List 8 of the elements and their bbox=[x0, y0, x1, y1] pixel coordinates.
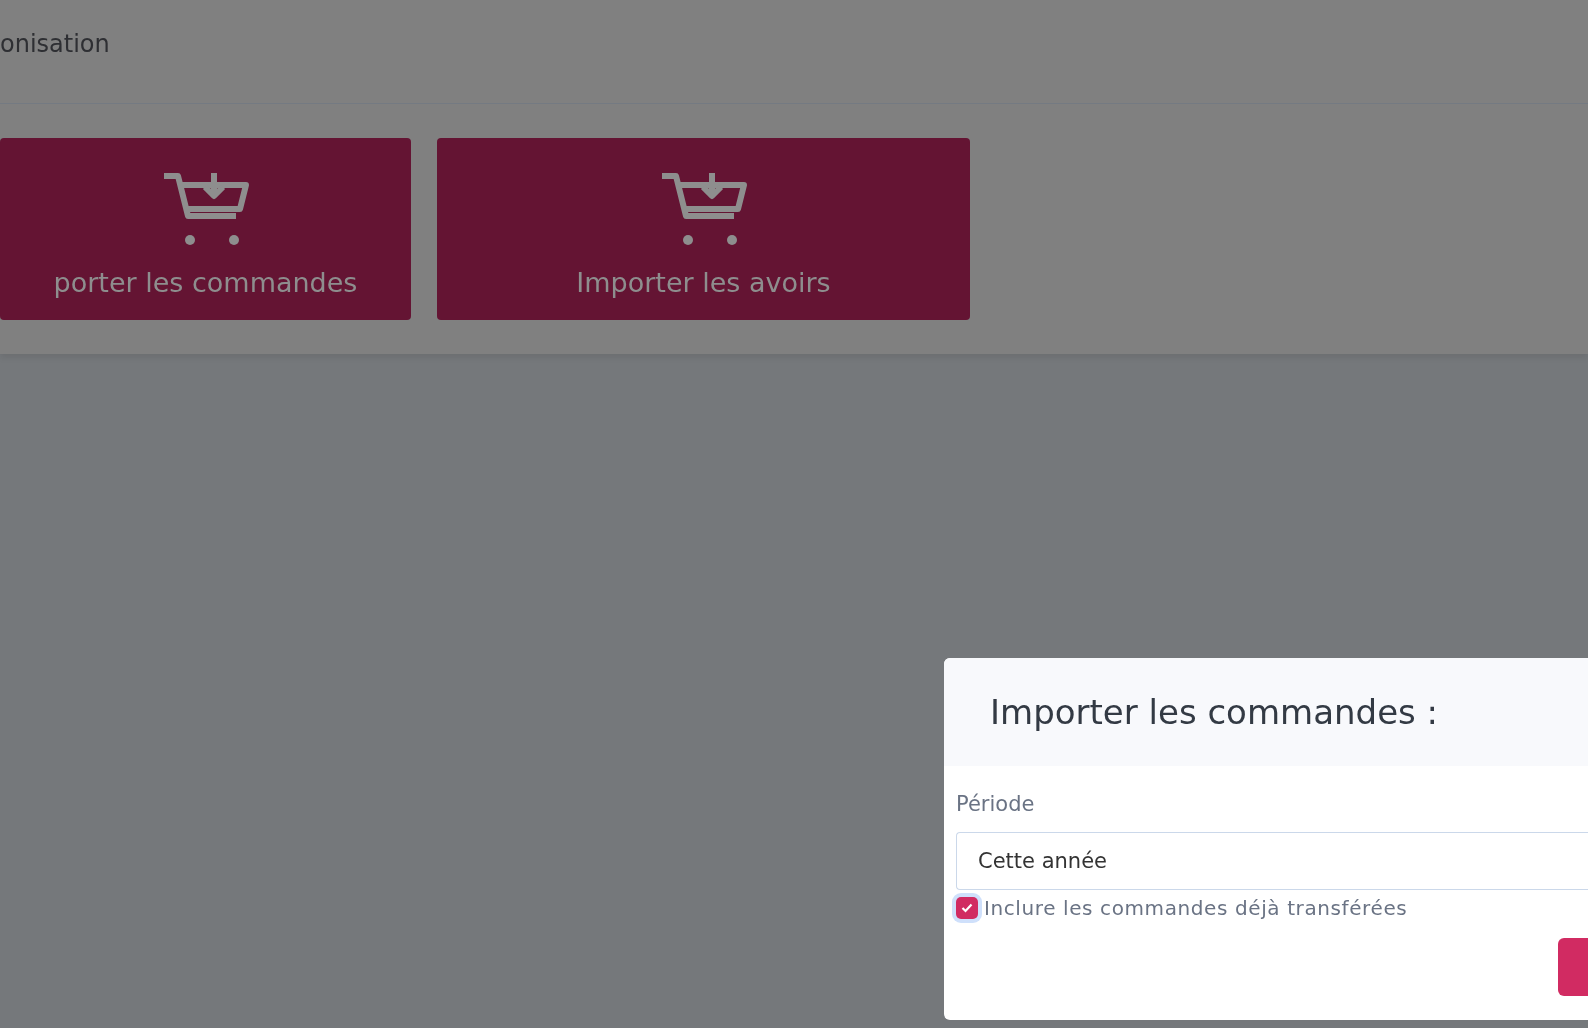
import-button[interactable]: porter les commandes bbox=[0, 138, 411, 320]
page-title: onisation bbox=[0, 30, 111, 58]
field-label: Période bbox=[956, 792, 1036, 816]
dialog-title: Importer les commandes : bbox=[990, 692, 1439, 732]
import-button[interactable]: Importer les avoirs bbox=[437, 138, 970, 320]
period-field[interactable]: Cette année bbox=[956, 832, 1588, 890]
checkbox-label: Inclure les commandes déjà transférées bbox=[984, 896, 1408, 920]
checkmark-icon bbox=[961, 903, 973, 913]
